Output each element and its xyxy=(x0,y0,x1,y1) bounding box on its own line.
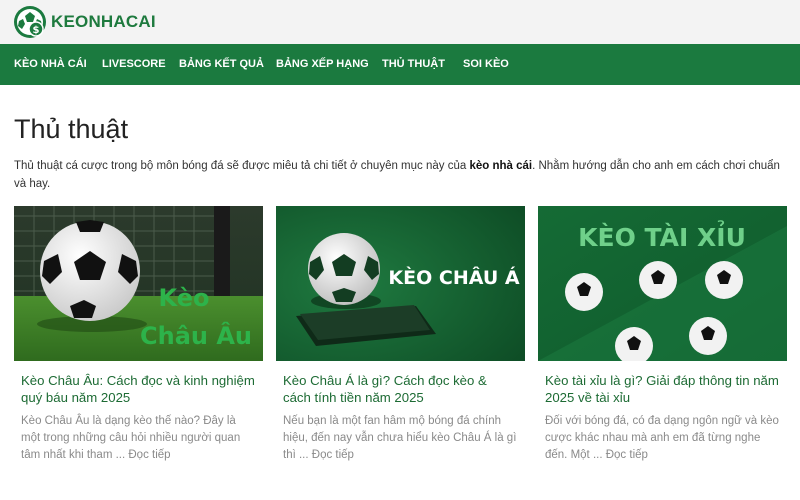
site-logo[interactable]: $ KEONHACAI xyxy=(13,5,156,39)
article-title[interactable]: Kèo Châu Á là gì? Cách đọc kèo & cách tí… xyxy=(276,372,525,406)
nav-item-bang-xep-hang[interactable]: BẢNG XẾP HẠNG xyxy=(276,44,369,85)
category-intro: Thủ thuật cá cược trong bộ môn bóng đá s… xyxy=(14,157,784,193)
top-bar: $ KEONHACAI xyxy=(0,0,800,44)
article-card[interactable]: Kèo Châu Âu Kèo Châu Âu: Cách đọc và kin… xyxy=(14,206,263,464)
nav-item-keo-nha-cai[interactable]: KÈO NHÀ CÁI xyxy=(14,44,87,85)
nav-item-livescore[interactable]: LIVESCORE xyxy=(102,44,166,85)
soccer-ball-dollar-icon: $ xyxy=(14,6,46,38)
thumbnail-caption: KÈO CHÂU Á xyxy=(388,266,519,289)
page-title: Thủ thuật xyxy=(14,114,129,144)
article-title[interactable]: Kèo tài xỉu là gì? Giải đáp thông tin nă… xyxy=(538,372,787,406)
nav-item-soi-keo[interactable]: SOI KÈO xyxy=(463,44,509,85)
article-title[interactable]: Kèo Châu Âu: Cách đọc và kinh nghiệm quý… xyxy=(14,372,263,406)
main-nav: KÈO NHÀ CÁI LIVESCORE BẢNG KẾT QUẢ BẢNG … xyxy=(0,44,800,85)
article-thumbnail[interactable]: Kèo Châu Âu xyxy=(14,206,263,361)
article-excerpt: Nếu bạn là một fan hâm mộ bóng đá chính … xyxy=(283,415,517,461)
thumbnail-caption-line1: Kèo xyxy=(159,284,210,312)
article-excerpt: Đối với bóng đá, có đa dạng ngôn ngữ và … xyxy=(545,415,779,461)
thumbnail-caption: KÈO TÀI XỈU xyxy=(578,219,746,252)
nav-item-bang-ket-qua[interactable]: BẢNG KẾT QUẢ xyxy=(179,44,264,85)
article-thumbnail[interactable]: KÈO CHÂU Á xyxy=(276,206,525,361)
intro-link-keo-nha-cai[interactable]: kèo nhà cái xyxy=(469,160,532,172)
article-thumbnail[interactable]: KÈO TÀI XỈU xyxy=(538,206,787,361)
article-card[interactable]: KÈO CHÂU Á Kèo Châu Á là gì? Cách đọc kè… xyxy=(276,206,525,464)
article-card[interactable]: KÈO TÀI XỈU Kèo tài xỉu là gì? Giải đáp … xyxy=(538,206,787,464)
brand-name: KEONHACAI xyxy=(51,12,156,31)
intro-text: Thủ thuật cá cược trong bộ môn bóng đá s… xyxy=(14,160,470,172)
svg-text:$: $ xyxy=(33,25,40,36)
article-excerpt: Kèo Châu Âu là dạng kèo thế nào? Đây là … xyxy=(21,415,241,461)
nav-item-thu-thuat[interactable]: THỦ THUẬT xyxy=(382,44,445,85)
thumbnail-caption-line2: Châu Âu xyxy=(140,321,252,350)
